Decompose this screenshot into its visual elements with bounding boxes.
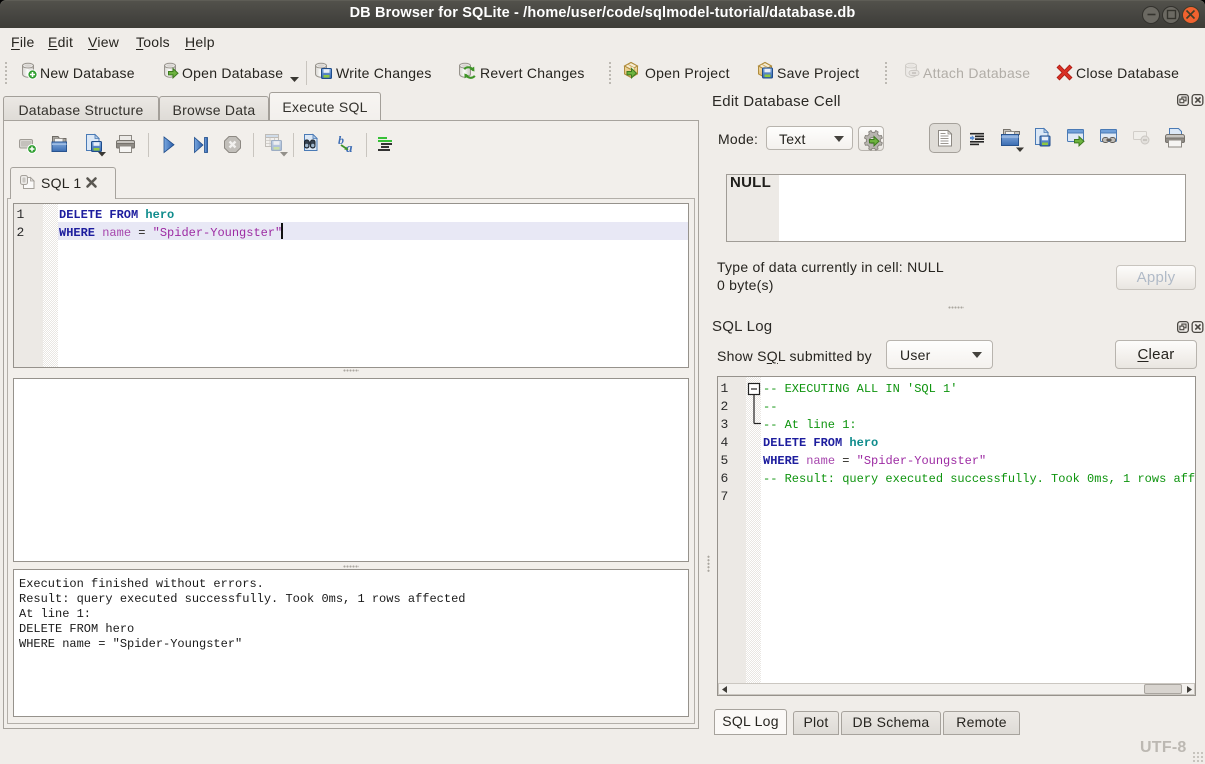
svg-text:a: a — [346, 140, 353, 155]
